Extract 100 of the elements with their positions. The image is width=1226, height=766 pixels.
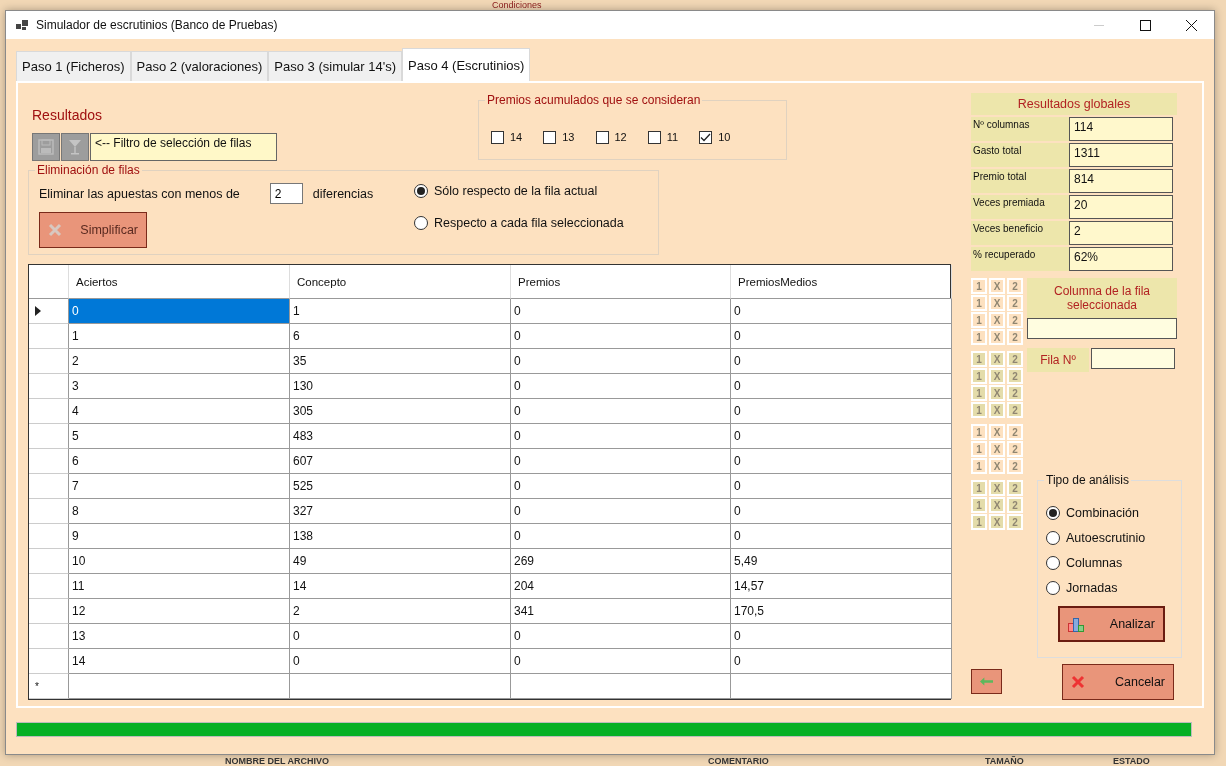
section-title: Resultados [32,107,104,123]
tab[interactable]: Paso 4 (Escrutinios) [402,48,531,81]
pick-toggle[interactable]: 2 [1007,514,1023,530]
table-cell: 0 [511,624,731,649]
pick-toggle[interactable]: X [989,368,1005,384]
radio-button[interactable] [414,184,428,198]
pick-toggle[interactable]: 1 [971,368,987,384]
pick-toggle[interactable]: X [989,402,1005,418]
table-cell: 0 [731,399,952,424]
pick-toggle[interactable]: X [989,497,1005,513]
pick-toggle[interactable]: X [989,424,1005,440]
table-cell: 5 [69,424,290,449]
pick-toggle[interactable]: 2 [1007,480,1023,496]
bar-chart-icon [1068,616,1085,632]
checkbox[interactable] [543,130,557,144]
radio-button[interactable] [1046,531,1060,545]
pick-toggle[interactable]: 2 [1007,329,1023,345]
differences-field[interactable]: 2 [269,183,303,204]
pick-toggle[interactable]: 1 [971,514,987,530]
pick-toggle[interactable]: X [989,514,1005,530]
group-title: Premios acumulados que se consideran [485,93,703,107]
pick-toggle[interactable]: 1 [971,402,987,418]
tab[interactable]: Paso 1 (Ficheros) [16,51,131,81]
pick-toggle[interactable]: 1 [971,312,987,328]
table-cell: 204 [511,574,731,599]
pick-toggle[interactable]: 1 [971,497,987,513]
field-label: diferencias [312,186,374,201]
checkbox[interactable] [647,130,661,144]
table-cell: 49 [290,549,511,574]
pick-toggle[interactable]: X [989,351,1005,367]
table-cell: 2 [69,349,290,374]
table-cell: 14,57 [731,574,952,599]
minimize-icon [1094,24,1104,26]
filter-button[interactable] [61,133,89,161]
background-column-header: ESTADO [1113,755,1150,766]
pick-toggle[interactable]: 1 [971,278,987,294]
radio-button[interactable] [1046,581,1060,595]
pick-toggle[interactable]: 1 [971,458,987,474]
app-icon [16,19,28,31]
stat-value: 62% [1069,247,1173,271]
pick-toggle[interactable]: X [989,458,1005,474]
table-cell: 269 [511,549,731,574]
pick-toggle[interactable]: 2 [1007,424,1023,440]
tab[interactable]: Paso 2 (valoraciones) [130,51,269,81]
back-button[interactable] [971,669,1002,694]
cancel-button[interactable]: Cancelar [1062,664,1174,700]
stat-value: 114 [1069,117,1173,141]
table-cell: 0 [511,449,731,474]
pick-toggle[interactable]: X [989,295,1005,311]
pick-toggle[interactable]: 2 [1007,441,1023,457]
table-cell: 6 [290,324,511,349]
pick-toggle[interactable]: 2 [1007,458,1023,474]
pick-toggle[interactable]: X [989,441,1005,457]
pick-toggle[interactable]: 2 [1007,385,1023,401]
table-cell: 0 [511,649,731,674]
column-field[interactable] [1027,318,1177,339]
pick-toggle[interactable]: 2 [1007,278,1023,294]
pick-toggle[interactable]: 2 [1007,351,1023,367]
pick-toggle[interactable]: 2 [1007,312,1023,328]
table-cell: 0 [511,524,731,549]
table-cell: 0 [731,649,952,674]
table-cell: 607 [290,449,511,474]
checkbox[interactable] [595,130,609,144]
background-column-header: TAMAÑO [985,755,1024,766]
pick-toggle[interactable]: 1 [971,480,987,496]
table-cell: 2 [290,599,511,624]
table-cell: 10 [69,549,290,574]
pick-toggle[interactable]: X [989,480,1005,496]
panel-title: Resultados globales [971,93,1177,115]
pick-toggle[interactable]: 1 [971,295,987,311]
pick-toggle[interactable]: 2 [1007,295,1023,311]
tab[interactable]: Paso 3 (simular 14's) [268,51,403,81]
pick-toggle[interactable]: X [989,312,1005,328]
checkbox[interactable] [491,130,504,144]
row-number-field[interactable] [1091,348,1175,369]
pick-toggle[interactable]: X [989,278,1005,294]
pick-toggle[interactable]: 1 [971,329,987,345]
pick-toggle[interactable]: 1 [971,441,987,457]
radio-button[interactable] [414,216,428,230]
radio-button[interactable] [1046,556,1060,570]
checkbox-label: 10 [718,131,731,143]
panel-title: Columna de la fila seleccionada [1027,278,1177,318]
pick-toggle[interactable]: 1 [971,385,987,401]
radio-label: Respecto a cada fila seleccionada [434,216,624,230]
table-cell: 14 [290,574,511,599]
table-cell: 0 [511,349,731,374]
pick-toggle[interactable]: 1 [971,351,987,367]
pick-toggle[interactable]: 1 [971,424,987,440]
pick-toggle[interactable]: 2 [1007,402,1023,418]
pick-toggle[interactable]: X [989,329,1005,345]
simplify-button[interactable]: Simplificar [39,212,147,248]
pick-toggle[interactable]: 2 [1007,497,1023,513]
checkbox[interactable] [699,130,713,144]
pick-toggle[interactable]: X [989,385,1005,401]
pick-toggle[interactable]: 2 [1007,368,1023,384]
table-cell: 8 [69,499,290,524]
analyze-button[interactable]: Analizar [1058,606,1165,642]
radio-button[interactable] [1046,506,1060,520]
radio-label: Combinación [1066,506,1139,520]
save-button[interactable] [32,133,60,161]
